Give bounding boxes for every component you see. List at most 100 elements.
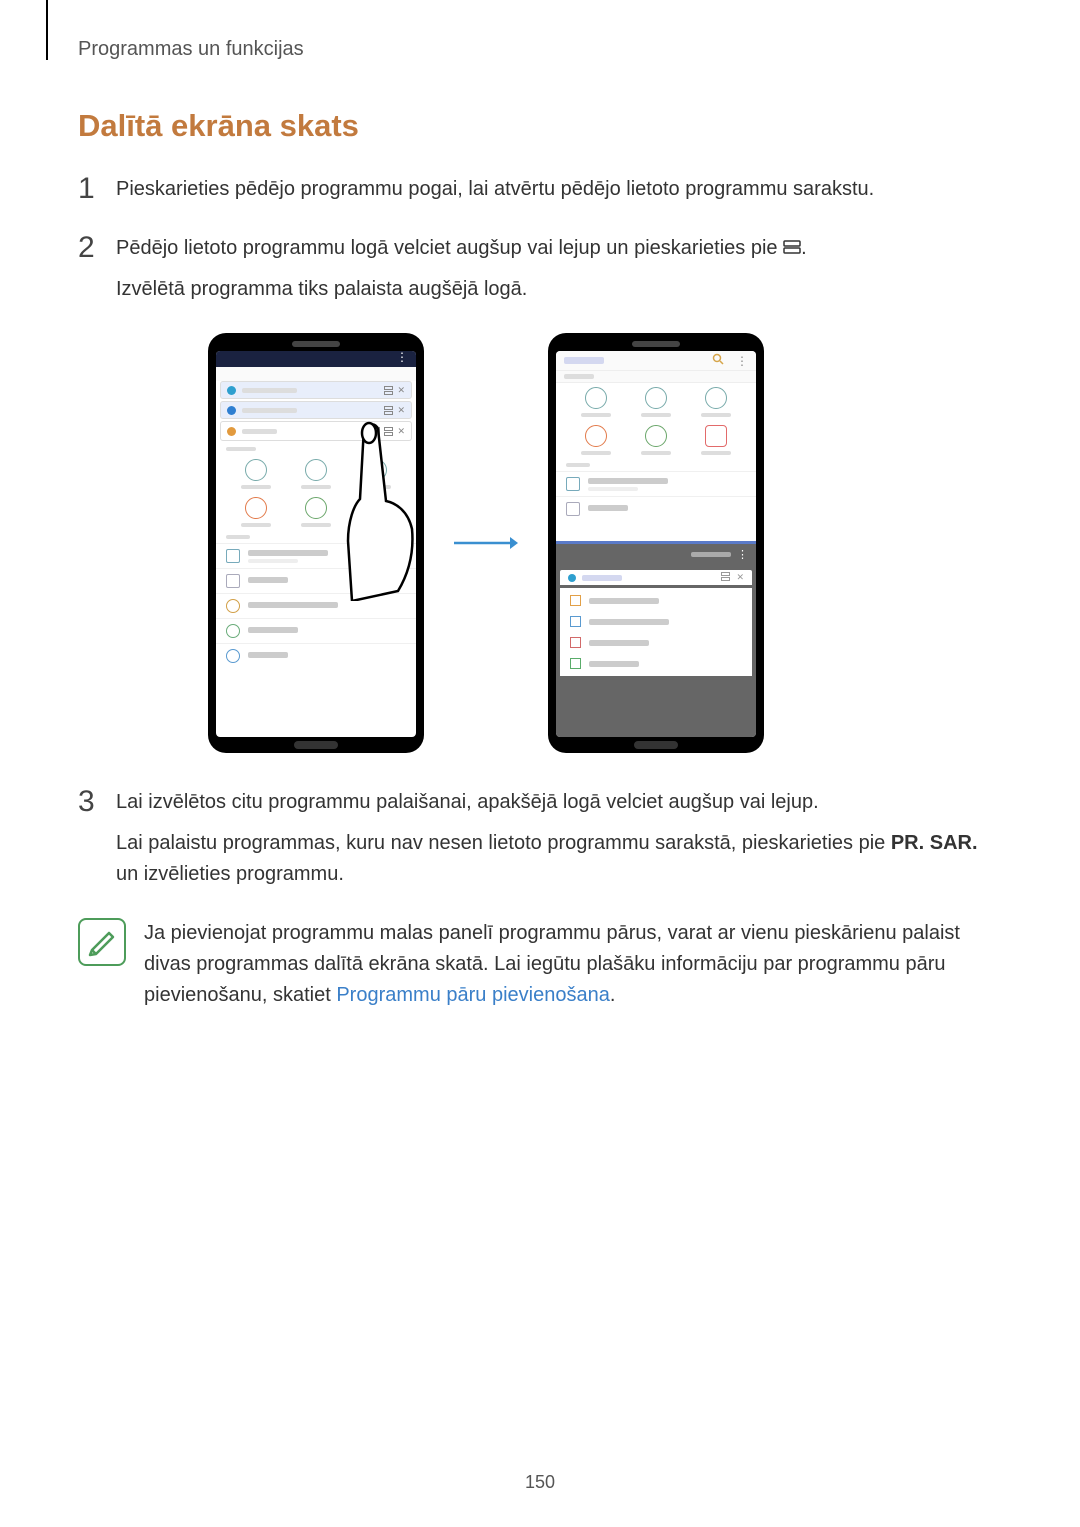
phone-screen-left: ✕ ✕ ✕ xyxy=(216,351,416,737)
finger-hand-icon xyxy=(346,421,416,601)
recent-app-card: ✕ xyxy=(220,381,412,399)
more-icon: ⋮ xyxy=(736,354,748,368)
grid-cell xyxy=(694,425,738,455)
step-body: Lai izvēlētos citu programmu palaišanai,… xyxy=(116,787,998,890)
bold-label: PR. SAR. xyxy=(891,832,978,854)
close-icon: ✕ xyxy=(397,385,405,396)
split-upper-pane: ⋮ xyxy=(556,351,756,544)
list-row xyxy=(560,590,752,611)
step-3: 3 Lai izvēlētos citu programmu palaišana… xyxy=(78,787,998,890)
sub-status-bar xyxy=(216,367,416,381)
placeholder-text xyxy=(641,451,671,455)
row-text xyxy=(248,652,406,661)
app-dot-icon xyxy=(227,427,236,436)
placeholder-text xyxy=(241,485,271,489)
split-screen-icon xyxy=(783,233,801,264)
row-text xyxy=(588,478,746,491)
placeholder-text xyxy=(589,640,649,646)
list-row xyxy=(556,471,756,496)
lower-toolbar: ⋮ xyxy=(556,546,756,562)
document-icon xyxy=(245,497,267,519)
close-icon: ✕ xyxy=(736,572,744,583)
row-text xyxy=(588,505,746,514)
phone-speaker xyxy=(632,341,680,347)
illustration-figure: ✕ ✕ ✕ xyxy=(208,333,998,753)
grid-cell xyxy=(694,387,738,417)
cloud-icon xyxy=(226,599,240,613)
audio-icon xyxy=(570,616,581,627)
sdcard-icon xyxy=(566,502,580,516)
page-number: 150 xyxy=(0,1472,1080,1493)
step-number: 3 xyxy=(78,787,116,817)
home-button xyxy=(634,741,678,749)
note-icon xyxy=(78,918,126,966)
breadcrumb: Programmas un funkcijas xyxy=(78,38,304,61)
step-number: 1 xyxy=(78,174,116,204)
placeholder-text xyxy=(701,451,731,455)
step-1: 1 Pieskarieties pēdējo programmu pogai, … xyxy=(78,174,998,205)
step-2: 2 Pēdējo lietoto programmu logā velciet … xyxy=(78,233,998,305)
split-icon xyxy=(721,572,730,581)
placeholder-text xyxy=(691,552,731,557)
upper-content xyxy=(556,383,756,541)
drive-icon xyxy=(226,624,240,638)
app-toolbar: ⋮ xyxy=(556,351,756,371)
grid-cell xyxy=(634,387,678,417)
placeholder-text xyxy=(641,413,671,417)
placeholder-text xyxy=(301,523,331,527)
text-part: Lai palaistu programmas, kuru nav nesen … xyxy=(116,832,891,854)
grid-cell xyxy=(234,497,278,527)
text-part: . xyxy=(610,984,616,1006)
placeholder-text xyxy=(242,408,297,413)
step-number: 2 xyxy=(78,233,116,263)
placeholder-text xyxy=(226,447,256,451)
link-text[interactable]: Programmu pāru pievienošana xyxy=(336,984,610,1006)
phone-mock-left: ✕ ✕ ✕ xyxy=(208,333,424,753)
note-body: Ja pievienojat programmu malas panelī pr… xyxy=(144,918,998,1011)
search-icon xyxy=(712,353,724,368)
grid-cell xyxy=(294,459,338,489)
app-dot-icon xyxy=(227,406,236,415)
placeholder-text xyxy=(701,413,731,417)
phone-mock-right: ⋮ xyxy=(548,333,764,753)
placeholder-text xyxy=(566,463,590,467)
grid-cell xyxy=(574,425,618,455)
placeholder-text xyxy=(589,661,639,667)
app-grid-row xyxy=(556,383,756,421)
list-row xyxy=(560,611,752,632)
image-icon xyxy=(570,637,581,648)
phone-screen-right: ⋮ xyxy=(556,351,756,737)
app-dot-icon xyxy=(568,574,576,582)
text-part: . xyxy=(801,237,807,259)
lower-card-body xyxy=(560,588,752,676)
list-row xyxy=(216,643,416,668)
music-icon xyxy=(645,387,667,409)
folder-icon xyxy=(570,595,581,606)
split-icon xyxy=(384,386,393,395)
video-icon xyxy=(705,387,727,409)
recent-app-card: ✕ xyxy=(220,401,412,419)
text-line: Lai izvēlētos citu programmu palaišanai,… xyxy=(116,787,998,818)
main-content: Dalītā ekrāna skats 1 Pieskarieties pēdē… xyxy=(78,108,998,1011)
app-icon xyxy=(705,425,727,447)
card-actions: ✕ xyxy=(721,572,744,583)
recent-app-card: ✕ xyxy=(560,570,752,585)
device-icon xyxy=(566,477,580,491)
file-icon xyxy=(570,658,581,669)
grid-cell xyxy=(574,387,618,417)
home-button xyxy=(294,741,338,749)
close-icon: ✕ xyxy=(397,405,405,416)
placeholder-text xyxy=(564,357,604,364)
status-bar xyxy=(216,351,416,367)
list-row xyxy=(560,632,752,653)
placeholder-text xyxy=(301,485,331,489)
split-icon xyxy=(384,406,393,415)
sdcard-icon xyxy=(226,574,240,588)
placeholder-text xyxy=(581,413,611,417)
section-title: Dalītā ekrāna skats xyxy=(78,108,998,144)
placeholder-text xyxy=(242,388,297,393)
page-margin-rule xyxy=(46,0,48,60)
grid-cell xyxy=(234,459,278,489)
list-row xyxy=(216,618,416,643)
download-icon xyxy=(645,425,667,447)
